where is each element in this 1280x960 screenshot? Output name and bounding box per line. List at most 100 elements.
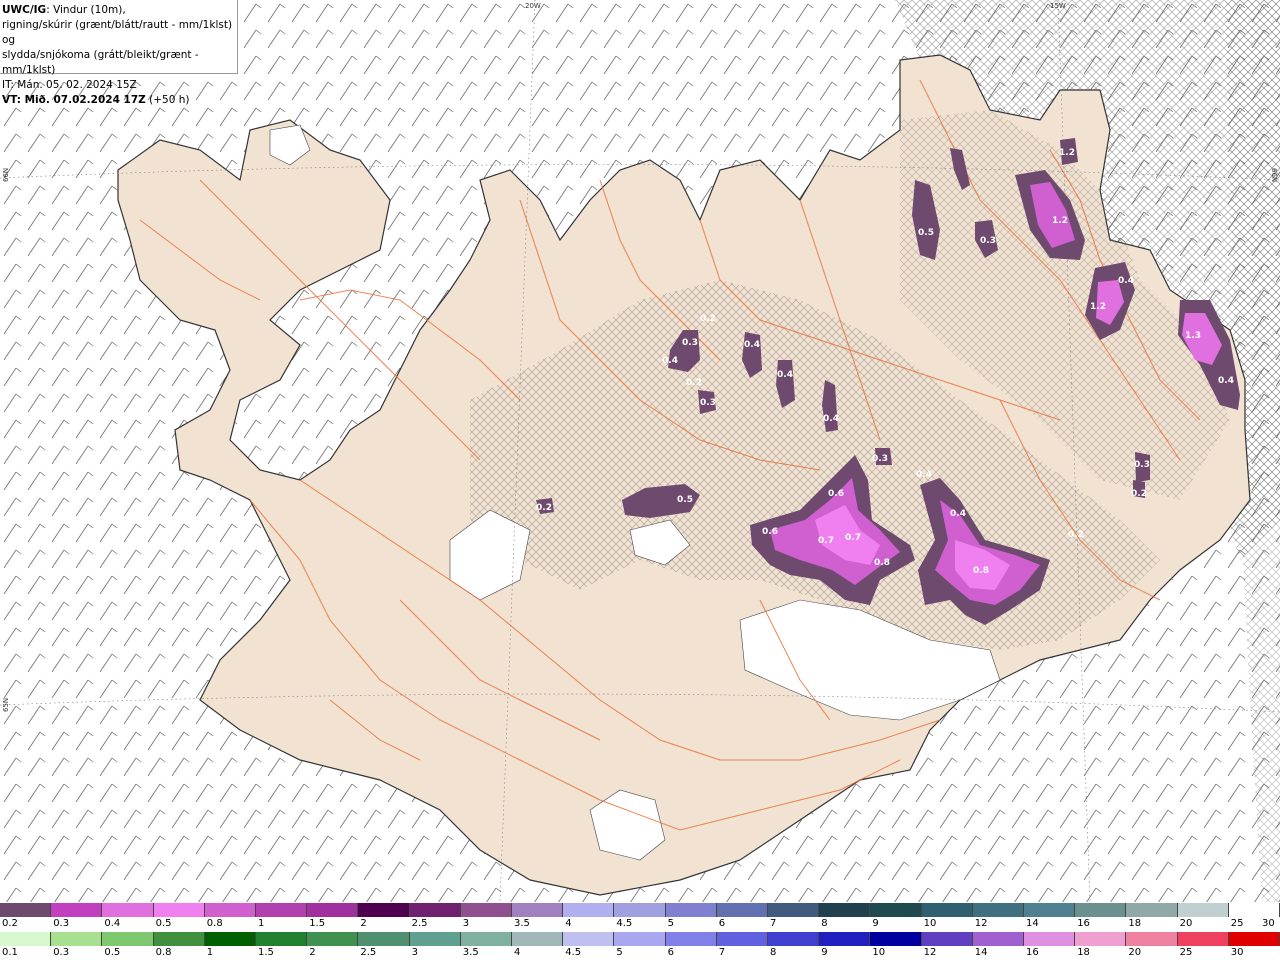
lon-label-20w: 20W <box>525 2 541 10</box>
precip-value-label: 0.8 <box>973 566 989 576</box>
legend-color-cell <box>460 932 513 946</box>
legend-tick-label: 3.5 <box>462 947 479 958</box>
legend-tick-label: 2.5 <box>360 947 377 958</box>
legend-tick-label: 25 <box>1179 947 1193 958</box>
legend-color-cell <box>1075 903 1127 917</box>
legend-color-cell <box>563 903 615 917</box>
valid-time-line: VT: Mið. 07.02.2024 17Z (+50 h) <box>2 93 237 108</box>
legend-tick-label: 4 <box>514 947 521 958</box>
precip-value-label: 0.7 <box>818 536 834 546</box>
info-line-3: slydda/snjókoma (grátt/bleikt/grænt - mm… <box>2 49 199 76</box>
legend-tick-label: 0.1 <box>2 947 18 958</box>
precip-value-label: 0.4 <box>744 340 760 350</box>
legend-tick-label: 3 <box>462 918 470 929</box>
precip-value-label: 1.3 <box>1185 331 1201 341</box>
legend-tick-label: 1 <box>206 947 214 958</box>
legend-color-cell <box>870 932 922 946</box>
legend-tick-label: 2 <box>309 947 316 958</box>
legend-color-cell <box>665 932 717 946</box>
legend-color-cell <box>409 932 461 946</box>
legend-color-cell <box>1126 932 1178 946</box>
legend-color-cell <box>1024 903 1076 917</box>
legend-tick-label: 8 <box>770 947 777 958</box>
model-name: UWC/IG <box>2 4 47 16</box>
legend-tick-label: 0.8 <box>206 918 223 929</box>
precip-value-label: 0.4 <box>777 370 793 380</box>
legend-color-cell <box>512 903 564 917</box>
legend-color-cell <box>204 903 257 917</box>
legend-color-cell <box>307 932 359 946</box>
legend-color-cell <box>358 932 410 946</box>
legend-tick-label: 20 <box>1179 918 1193 929</box>
precip-value-label: 0.6 <box>828 489 844 499</box>
legend-tick-label: 7 <box>718 947 726 958</box>
legend-color-cell <box>921 903 973 917</box>
legend-tick-label: 0.4 <box>104 918 121 929</box>
legend-color-cell <box>819 932 871 946</box>
legend-tick-label: 10 <box>923 918 937 929</box>
legend-color-cell <box>972 903 1025 917</box>
precip-value-label: 0.4 <box>472 522 488 532</box>
legend-color-cell <box>1228 932 1280 946</box>
weather-map[interactable]: 20W 15W 66N 66N 65N 1.2 1.2 0.5 0.3 0.4 1.2 1.… <box>0 0 1280 902</box>
precip-value-label: 0.6 <box>762 527 778 537</box>
info-line-1: UWC/IG: Vindur (10m), <box>2 3 237 18</box>
precip-value-label: 0.5 <box>677 495 693 505</box>
legend-rain-colorbar <box>0 932 1280 946</box>
precip-value-label: 0.2 <box>700 314 716 324</box>
legend-color-cell <box>358 903 410 917</box>
precip-value-label: 0.2 <box>686 378 702 388</box>
legend-tick-label: 7 <box>770 918 777 929</box>
legend-color-cell <box>665 903 717 917</box>
legend-tick-label: 0.5 <box>155 918 172 929</box>
legend-tick-label: 3 <box>411 947 418 958</box>
lat-label-65n-left: 65N <box>2 698 10 712</box>
legend-color-cell <box>768 932 820 946</box>
precip-value-label: 0.2 <box>1068 530 1084 540</box>
precip-value-label: 1.2 <box>1052 216 1068 226</box>
legend-color-cell <box>972 932 1025 946</box>
precip-value-label: 0.4 <box>662 356 678 366</box>
legend-color-cell <box>1075 932 1127 946</box>
legend-color-cell <box>51 903 103 917</box>
legend-tick-label: 6 <box>667 947 674 958</box>
legend-tick-label: 30 <box>1262 918 1275 929</box>
legend-tick-label: 20 <box>1128 947 1142 958</box>
legend-tick-label: 12 <box>974 918 988 929</box>
precip-value-label: 0.3 <box>700 398 716 408</box>
legend-color-cell <box>614 903 666 917</box>
precip-value-label: 0.5 <box>918 228 934 238</box>
precip-value-label: 0.3 <box>1134 460 1150 470</box>
info-line-2: rigning/skúrir (grænt/blátt/rautt - mm/1… <box>2 19 233 46</box>
legend-tick-label: 14 <box>1026 918 1039 929</box>
legend-tick-label: 2.5 <box>411 918 428 929</box>
precip-value-label: 1.2 <box>1059 148 1075 158</box>
legend-tick-label: 14 <box>974 947 988 958</box>
legend-color-cell <box>614 932 666 946</box>
legend-tick-label: 1.5 <box>309 918 326 929</box>
legend-tick-label: 18 <box>1128 918 1142 929</box>
initial-time: IT: Mán. 05. 02. 2024 15Z <box>2 79 137 91</box>
legend-tick-label: 16 <box>1026 947 1039 958</box>
legend-tick-label: 2 <box>360 918 367 929</box>
legend-color-cell <box>409 903 461 917</box>
legend-tick-label: 0.2 <box>2 918 18 929</box>
lat-label-66n-left: 66N <box>2 168 10 182</box>
legend-color-cell <box>102 903 154 917</box>
legend-tick-label: 4.5 <box>565 947 582 958</box>
precip-value-label: 0.4 <box>1218 376 1234 386</box>
precip-value-label: 0.4 <box>1118 276 1134 286</box>
legend-tick-label: 30 <box>1230 947 1244 958</box>
legend-tick-label: 0.8 <box>155 947 172 958</box>
precip-value-label: 0.3 <box>682 338 698 348</box>
forecast-info-box: UWC/IG: Vindur (10m), rigning/skúrir (gr… <box>0 0 238 106</box>
legend-color-cell <box>716 932 769 946</box>
legend-color-cell <box>153 932 205 946</box>
legend-tick-label: 3.5 <box>514 918 530 929</box>
lat-label-66n-right: 66N <box>1270 168 1278 182</box>
precip-value-label: 1.2 <box>1090 302 1106 312</box>
legend-color-cell <box>1024 932 1076 946</box>
legend-color-cell <box>921 932 973 946</box>
legend-color-cell <box>51 932 103 946</box>
precip-value-label: 0.4 <box>950 509 966 519</box>
